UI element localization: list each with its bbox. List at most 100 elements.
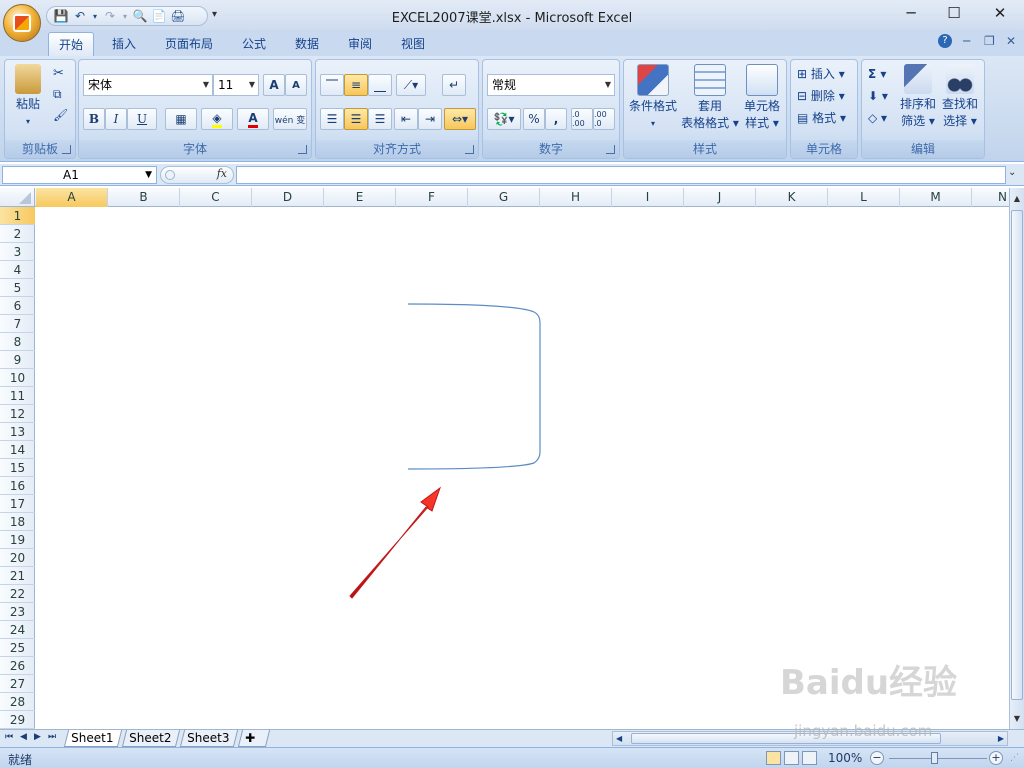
tab-page-layout[interactable]: 页面布局 bbox=[158, 32, 220, 56]
format-as-table-button[interactable]: 套用 表格格式 ▾ bbox=[680, 64, 740, 132]
scroll-left-icon[interactable]: ◀ bbox=[616, 732, 622, 745]
percent-button[interactable]: % bbox=[523, 108, 545, 130]
alignment-launcher-icon[interactable] bbox=[465, 145, 474, 154]
tab-review[interactable]: 审阅 bbox=[338, 32, 382, 56]
underline-button[interactable]: U bbox=[127, 108, 157, 130]
row-header[interactable]: 1 bbox=[0, 207, 35, 225]
align-middle-button[interactable]: ≡ bbox=[344, 74, 368, 96]
next-sheet-icon[interactable]: ▶ bbox=[34, 732, 41, 742]
font-color-button[interactable]: A bbox=[237, 108, 269, 130]
row-header[interactable]: 14 bbox=[0, 441, 35, 459]
row-header[interactable]: 21 bbox=[0, 567, 35, 585]
phonetic-button[interactable]: wén 变 bbox=[273, 108, 307, 130]
column-header[interactable]: M bbox=[900, 188, 972, 207]
bold-button[interactable]: B bbox=[83, 108, 105, 130]
italic-button[interactable]: I bbox=[105, 108, 127, 130]
merge-center-button[interactable]: ⇔▾ bbox=[444, 108, 476, 130]
first-sheet-icon[interactable]: ⏮ bbox=[5, 732, 13, 742]
bracket-shape[interactable] bbox=[407, 303, 541, 470]
select-all-button[interactable] bbox=[0, 188, 35, 207]
column-header[interactable]: A bbox=[36, 188, 108, 207]
cell-styles-button[interactable]: 单元格 样式 ▾ bbox=[738, 64, 786, 132]
font-launcher-icon[interactable] bbox=[298, 145, 307, 154]
align-bottom-button[interactable]: ⎽ bbox=[368, 74, 392, 96]
name-box[interactable]: A1 ▼ bbox=[2, 166, 157, 184]
office-button[interactable] bbox=[3, 4, 41, 42]
conditional-format-button[interactable]: 条件格式 ▾ bbox=[626, 64, 680, 132]
row-header[interactable]: 7 bbox=[0, 315, 35, 333]
ribbon-close-icon[interactable]: ✕ bbox=[1006, 34, 1016, 48]
grow-font-button[interactable]: A bbox=[263, 74, 285, 96]
column-header[interactable]: K bbox=[756, 188, 828, 207]
align-right-button[interactable]: ☰ bbox=[368, 108, 392, 130]
row-header[interactable]: 4 bbox=[0, 261, 35, 279]
sort-filter-button[interactable]: 排序和 筛选 ▾ bbox=[898, 64, 938, 130]
find-select-button[interactable]: 查找和 选择 ▾ bbox=[940, 64, 980, 130]
row-header[interactable]: 27 bbox=[0, 675, 35, 693]
tab-home[interactable]: 开始 bbox=[48, 32, 94, 56]
column-header[interactable]: E bbox=[324, 188, 396, 207]
last-sheet-icon[interactable]: ⏭ bbox=[48, 732, 56, 742]
page-break-view-button[interactable] bbox=[802, 751, 817, 765]
font-name-select[interactable]: 宋体 ▼ bbox=[83, 74, 213, 96]
prev-sheet-icon[interactable]: ◀ bbox=[20, 732, 27, 742]
zoom-slider-knob[interactable] bbox=[931, 752, 938, 764]
align-left-button[interactable]: ☰ bbox=[320, 108, 344, 130]
copy-icon[interactable]: ⧉ bbox=[53, 87, 62, 102]
column-header[interactable]: N bbox=[972, 188, 1010, 207]
column-header[interactable]: H bbox=[540, 188, 612, 207]
zoom-slider[interactable] bbox=[889, 758, 987, 759]
column-header[interactable]: C bbox=[180, 188, 252, 207]
zoom-level[interactable]: 100% bbox=[828, 751, 862, 765]
column-header[interactable]: F bbox=[396, 188, 468, 207]
row-header[interactable]: 24 bbox=[0, 621, 35, 639]
row-header[interactable]: 28 bbox=[0, 693, 35, 711]
vertical-scrollbar[interactable]: ▲ ▼ bbox=[1009, 188, 1024, 729]
insert-function-button[interactable]: fx bbox=[160, 166, 234, 184]
wrap-text-button[interactable]: ↵ bbox=[442, 74, 466, 96]
tab-formulas[interactable]: 公式 bbox=[232, 32, 276, 56]
formula-input[interactable] bbox=[236, 166, 1006, 184]
column-header[interactable]: G bbox=[468, 188, 540, 207]
column-header[interactable]: J bbox=[684, 188, 756, 207]
row-header[interactable]: 23 bbox=[0, 603, 35, 621]
sheet-tab[interactable]: Sheet2 bbox=[121, 730, 181, 747]
row-header[interactable]: 22 bbox=[0, 585, 35, 603]
align-top-button[interactable]: ⎺ bbox=[320, 74, 344, 96]
ribbon-minimize-icon[interactable]: ─ bbox=[963, 34, 970, 48]
cut-icon[interactable]: ✂ bbox=[53, 66, 64, 81]
expand-formula-bar-icon[interactable]: ⌄ bbox=[1008, 167, 1016, 178]
close-button[interactable]: ✕ bbox=[986, 4, 1014, 24]
normal-view-button[interactable] bbox=[766, 751, 781, 765]
scroll-up-icon[interactable]: ▲ bbox=[1010, 192, 1024, 206]
column-header[interactable]: I bbox=[612, 188, 684, 207]
format-painter-icon[interactable]: 🖌 bbox=[53, 108, 68, 122]
row-header[interactable]: 18 bbox=[0, 513, 35, 531]
fill-color-button[interactable]: ◈ bbox=[201, 108, 233, 130]
fill-button[interactable]: ⬇ ▾ bbox=[868, 86, 888, 106]
increase-decimal-button[interactable]: .0 .00 bbox=[571, 108, 593, 130]
help-icon[interactable]: ? bbox=[938, 34, 952, 48]
row-header[interactable]: 17 bbox=[0, 495, 35, 513]
resize-grip-icon[interactable]: ⋰ bbox=[1010, 753, 1019, 763]
row-header[interactable]: 15 bbox=[0, 459, 35, 477]
font-size-select[interactable]: 11 ▼ bbox=[213, 74, 259, 96]
row-header[interactable]: 16 bbox=[0, 477, 35, 495]
row-header[interactable]: 26 bbox=[0, 657, 35, 675]
scroll-right-icon[interactable]: ▶ bbox=[998, 732, 1004, 745]
delete-cells-button[interactable]: ⊟ 删除 ▾ bbox=[797, 86, 845, 106]
format-cells-button[interactable]: ▤ 格式 ▾ bbox=[797, 108, 846, 128]
row-header[interactable]: 10 bbox=[0, 369, 35, 387]
tab-view[interactable]: 视图 bbox=[391, 32, 435, 56]
maximize-button[interactable]: ☐ bbox=[940, 4, 968, 24]
clear-button[interactable]: ◇ ▾ bbox=[868, 108, 887, 128]
zoom-out-button[interactable]: − bbox=[870, 751, 884, 765]
tab-data[interactable]: 数据 bbox=[285, 32, 329, 56]
row-header[interactable]: 19 bbox=[0, 531, 35, 549]
accounting-format-button[interactable]: 💱▾ bbox=[487, 108, 521, 130]
tab-insert[interactable]: 插入 bbox=[102, 32, 146, 56]
row-header[interactable]: 12 bbox=[0, 405, 35, 423]
row-header[interactable]: 25 bbox=[0, 639, 35, 657]
shrink-font-button[interactable]: A bbox=[285, 74, 307, 96]
orientation-button[interactable]: ⟋▾ bbox=[396, 74, 426, 96]
